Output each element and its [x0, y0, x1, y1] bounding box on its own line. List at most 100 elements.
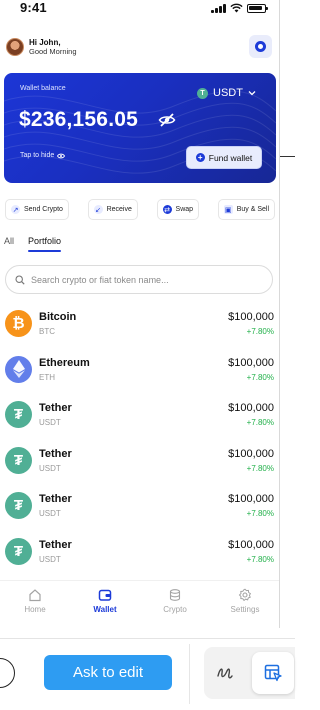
tab-portfolio[interactable]: Portfolio: [28, 236, 62, 252]
bottom-nav: Home Wallet Crypto Settings: [0, 580, 279, 628]
asset-change: +7.80%: [246, 372, 274, 382]
asset-symbol: USDT: [39, 554, 61, 564]
editor-toolbar: Ask to edit: [0, 628, 295, 710]
swap-button[interactable]: ⇄ Swap: [156, 199, 200, 220]
currency-selector[interactable]: T USDT: [197, 87, 256, 99]
eye-icon: [57, 153, 66, 158]
fund-wallet-label: Fund wallet: [208, 152, 253, 163]
tap-to-hide-label: Tap to hide: [20, 152, 55, 159]
search-icon: [15, 274, 25, 285]
asset-symbol: BTC: [39, 327, 55, 336]
nav-settings-label: Settings: [230, 605, 260, 614]
crypto-icon: [169, 589, 181, 601]
asset-name: Tether: [39, 402, 72, 415]
bitcoin-icon: ₿: [5, 310, 32, 337]
gear-icon: [238, 588, 252, 602]
nav-crypto-label: Crypto: [163, 605, 187, 614]
asset-name: Bitcoin: [39, 311, 77, 323]
list-item[interactable]: ₿ Bitcoin BTC $100,000 +7.80%: [0, 303, 279, 349]
draw-icon[interactable]: [214, 662, 236, 684]
asset-change: +7.80%: [246, 418, 274, 428]
receive-arrow-icon: ↙: [93, 205, 103, 214]
asset-value: $100,000: [228, 311, 274, 323]
quick-actions: ↗ Send Crypto ↙ Receive ⇄ Swap ▣ Buy & S…: [5, 199, 275, 220]
tether-icon: ₮: [5, 537, 32, 565]
nav-crypto[interactable]: Crypto: [140, 581, 210, 628]
signal-icon: [211, 3, 226, 13]
currency-label: USDT: [213, 87, 243, 99]
send-crypto-label: Send Crypto: [24, 206, 63, 213]
buy-sell-label: Buy & Sell: [236, 206, 269, 213]
nav-wallet[interactable]: Wallet: [70, 581, 140, 628]
receive-button[interactable]: ↙ Receive: [87, 199, 138, 220]
search-input[interactable]: [31, 274, 261, 285]
status-bar: 9:41: [0, 0, 279, 22]
chevron-down-icon: [248, 91, 256, 96]
wallet-icon: [98, 589, 112, 601]
list-item[interactable]: ₮ Tether USDT $100,000 +7.80%: [0, 485, 279, 531]
send-arrow-icon: ↗: [11, 205, 20, 214]
battery-icon: [247, 3, 268, 13]
fund-wallet-button[interactable]: + Fund wallet: [186, 146, 262, 169]
asset-name: Ethereum: [39, 356, 90, 369]
tap-to-hide[interactable]: Tap to hide: [20, 152, 66, 159]
status-icons: [211, 3, 268, 13]
nav-home-label: Home: [24, 605, 46, 614]
notification-icon: [255, 41, 266, 52]
asset-tabs: All Portfolio: [4, 236, 62, 252]
greeting-title: Hi John,: [29, 38, 61, 47]
list-item[interactable]: ₮ Tether USDT $100,000 +7.80%: [0, 394, 279, 440]
asset-change: +7.80%: [246, 554, 274, 564]
avatar[interactable]: [6, 38, 24, 56]
greeting-block: Hi John, Good Morning: [6, 38, 77, 56]
hide-balance-icon[interactable]: [158, 113, 176, 127]
home-icon: [29, 589, 41, 602]
asset-name: Tether: [39, 538, 72, 551]
asset-name: Tether: [39, 493, 72, 506]
select-tool-button[interactable]: [252, 652, 294, 694]
asset-value: $100,000: [228, 402, 274, 415]
asset-value: $100,000: [228, 356, 274, 369]
buy-sell-button[interactable]: ▣ Buy & Sell: [217, 199, 275, 220]
annotation-connector: [280, 156, 295, 157]
toolbar-separator: [189, 644, 190, 704]
plus-icon: +: [195, 153, 205, 162]
asset-change: +7.80%: [246, 509, 274, 519]
asset-name: Tether: [39, 447, 72, 460]
toolbar-divider: [0, 638, 295, 639]
asset-change: +7.80%: [246, 327, 274, 336]
asset-list: ₿ Bitcoin BTC $100,000 +7.80% Ethereum E…: [0, 303, 279, 577]
wallet-balance-amount: $236,156.05: [19, 108, 138, 131]
asset-value: $100,000: [228, 493, 274, 506]
asset-symbol: USDT: [39, 509, 61, 519]
list-item[interactable]: ₮ Tether USDT $100,000 +7.80%: [0, 531, 279, 577]
asset-symbol: USDT: [39, 463, 61, 473]
wifi-icon: [230, 3, 243, 13]
nav-settings[interactable]: Settings: [210, 581, 279, 628]
tab-all[interactable]: All: [4, 236, 14, 246]
list-item[interactable]: Ethereum ETH $100,000 +7.80%: [0, 349, 279, 395]
buy-sell-icon: ▣: [223, 205, 233, 214]
asset-change: +7.80%: [246, 463, 274, 473]
greeting-subtitle: Good Morning: [29, 47, 77, 56]
record-toggle[interactable]: [0, 658, 15, 688]
swap-icon: ⇄: [162, 205, 172, 214]
tether-icon: ₮: [5, 401, 32, 429]
receive-label: Receive: [106, 206, 132, 213]
nav-wallet-label: Wallet: [93, 605, 117, 614]
select-layout-icon: [264, 664, 282, 682]
wallet-card: Wallet balance $236,156.05 T USDT Tap to…: [4, 73, 276, 183]
mobile-screen: 9:41 Hi John, Good Morning Wallet balanc…: [0, 0, 280, 628]
list-item[interactable]: ₮ Tether USDT $100,000 +7.80%: [0, 440, 279, 486]
tether-coin-icon: T: [197, 87, 208, 99]
send-crypto-button[interactable]: ↗ Send Crypto: [5, 199, 69, 220]
tether-icon: ₮: [5, 446, 32, 474]
ask-to-edit-button[interactable]: Ask to edit: [44, 655, 172, 690]
notification-button[interactable]: [249, 35, 272, 58]
asset-symbol: USDT: [39, 418, 61, 428]
tether-icon: ₮: [5, 492, 32, 520]
wallet-balance-label: Wallet balance: [20, 85, 66, 92]
asset-value: $100,000: [228, 538, 274, 551]
asset-symbol: ETH: [39, 372, 55, 382]
nav-home[interactable]: Home: [0, 581, 70, 628]
